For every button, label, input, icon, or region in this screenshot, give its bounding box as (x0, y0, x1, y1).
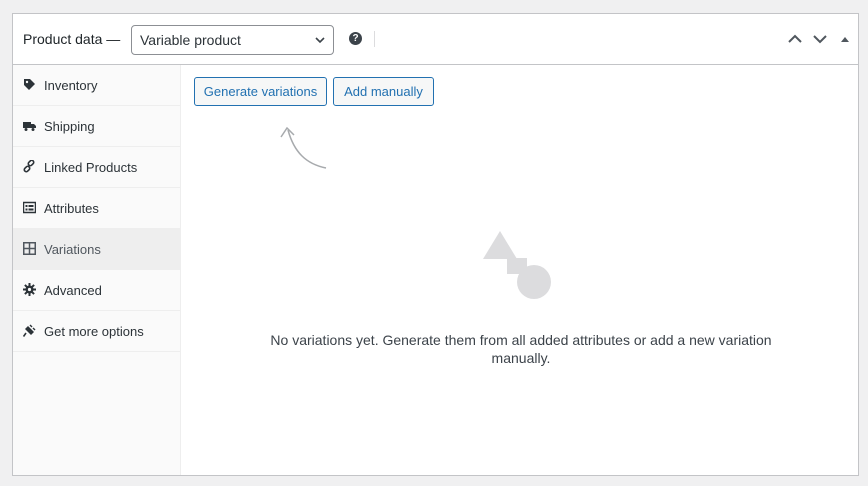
tab-variations[interactable]: Variations (13, 229, 180, 270)
collapse-toggle-icon[interactable] (839, 32, 851, 46)
curved-arrow-icon (280, 126, 327, 169)
panel-title: Product data — (23, 31, 121, 47)
tab-label: Get more options (44, 324, 144, 339)
grid-icon (23, 242, 36, 255)
tab-label: Inventory (44, 78, 98, 93)
move-up-icon[interactable] (787, 32, 803, 46)
move-down-icon[interactable] (812, 32, 828, 46)
tab-advanced[interactable]: Advanced (13, 270, 180, 311)
plug-icon (23, 324, 36, 337)
tab-label: Variations (44, 242, 101, 257)
no-variations-message: No variations yet. Generate them from al… (270, 332, 772, 366)
tab-attributes[interactable]: Attributes (13, 188, 180, 229)
gear-icon (23, 283, 36, 296)
tab-label: Advanced (44, 283, 102, 298)
tab-label: Shipping (44, 119, 95, 134)
link-icon (23, 160, 35, 173)
product-data-panel: Product data — Variable product ? Invent… (12, 13, 859, 476)
help-icon[interactable]: ? (349, 32, 362, 45)
chevron-down-icon (315, 37, 325, 44)
tab-get-more-options[interactable]: Get more options (13, 311, 180, 352)
header-divider (374, 31, 375, 47)
product-type-select[interactable]: Variable product (131, 25, 334, 55)
tab-label: Attributes (44, 201, 99, 216)
add-manually-button[interactable]: Add manually (333, 77, 434, 106)
empty-state-shapes-icon (483, 231, 551, 299)
list-table-icon (23, 201, 36, 214)
tab-label: Linked Products (44, 160, 138, 175)
generate-variations-button[interactable]: Generate variations (194, 77, 327, 106)
tab-inventory[interactable]: Inventory (13, 65, 180, 106)
variations-panel: Generate variations Add manually No vari… (181, 65, 858, 475)
tab-linked-products[interactable]: Linked Products (13, 147, 180, 188)
product-type-value: Variable product (140, 32, 241, 48)
panel-header: Product data — Variable product ? (13, 14, 858, 65)
product-data-tabs: Inventory Shipping Linked Products Attri… (13, 65, 181, 475)
truck-icon (23, 122, 36, 131)
tab-shipping[interactable]: Shipping (13, 106, 180, 147)
tag-icon (24, 79, 35, 90)
